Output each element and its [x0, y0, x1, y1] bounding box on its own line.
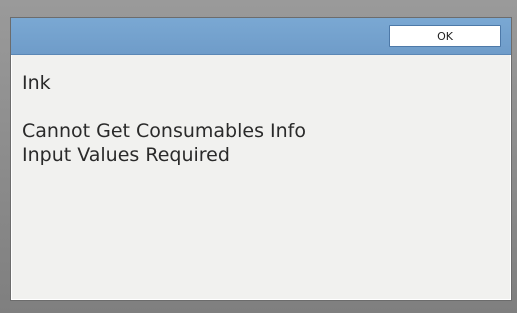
dialog-title: Ink	[22, 72, 51, 94]
dialog-titlebar: OK	[11, 18, 511, 55]
error-message-consumables: Cannot Get Consumables Info	[22, 120, 306, 142]
dialog-content: Ink Cannot Get Consumables Info Input Va…	[22, 71, 492, 167]
ok-button[interactable]: OK	[389, 25, 501, 47]
screen-frame: OK Ink Cannot Get Consumables Info Input…	[0, 0, 517, 313]
message-dialog: OK Ink Cannot Get Consumables Info Input…	[10, 17, 512, 301]
error-message-input-required: Input Values Required	[22, 144, 230, 166]
